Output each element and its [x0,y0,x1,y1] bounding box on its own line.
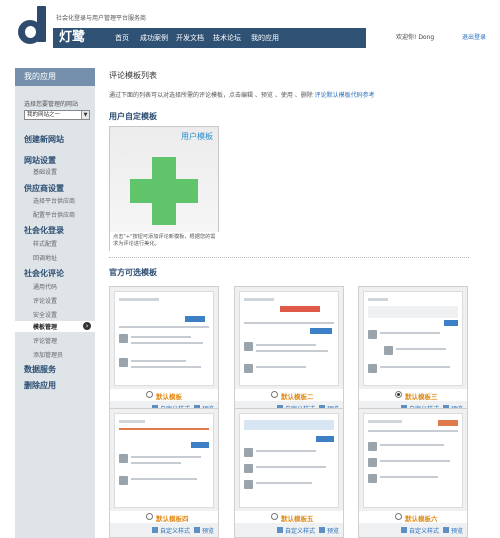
top-nav: 首页 成功案例 开发文档 技术论坛 我的应用 [103,28,366,48]
sidebar-item-add-admin[interactable]: 添加管理员 [33,350,63,359]
sidebar-item-config-provider[interactable]: 配置平台供应商 [33,210,75,219]
logo-icon[interactable] [18,6,48,44]
template-actions: 自定义样式 预览 [235,525,343,537]
sidebar: 我的应用 选择您要管理的网站 我的网站之一 ▼ 创建新网站 网站设置 基础设置 … [15,68,95,538]
template-radio[interactable] [146,513,153,520]
sidebar-item-comment-settings[interactable]: 评论设置 [33,296,57,305]
preview-icon[interactable] [194,527,200,533]
template-name: 默认模板五 [281,515,314,523]
plus-icon-bar[interactable] [130,179,198,203]
sidebar-section-social-comment[interactable]: 社会化评论 [24,268,64,279]
template-name: 默认模板六 [405,515,438,523]
custom-template-caption: 用户模板 [181,132,213,141]
nav-cases[interactable]: 成功案例 [140,28,168,48]
sidebar-section-site-settings[interactable]: 网站设置 [24,155,56,166]
template-name: 默认模板四 [156,515,189,523]
sidebar-item-security-settings[interactable]: 安全设置 [33,310,57,319]
template-select-row: 默认模板 [110,389,218,401]
template-select-row: 默认模板二 [235,389,343,401]
sidebar-item-style-config[interactable]: 样式配置 [33,239,57,248]
template-name: 默认模板二 [281,393,314,401]
template-card-6[interactable]: 默认模板六 自定义样式 预览 [358,408,468,538]
user-bar: 欢迎你! Dong 退出登录 [366,28,500,48]
template-preview-thumbnail[interactable] [363,291,463,386]
edit-icon[interactable] [401,527,407,533]
template-name: 默认模板 [156,393,182,401]
template-card-5[interactable]: 默认模板五 自定义样式 预览 [234,408,344,538]
nav-home[interactable]: 首页 [115,28,129,48]
template-select-row: 默认模板五 [235,511,343,523]
template-preview-thumbnail[interactable] [114,291,214,386]
custom-template-note: 点击"+"按钮可添加评论新模板，根据您的需求为评论进行美化。 [110,232,220,252]
sidebar-item-callback-url[interactable]: 回调地址 [33,253,57,262]
custom-style-link[interactable]: 自定义样式 [285,526,315,535]
intro-body: 通过下面的列表可以对选择所需的评论模板，点击编辑 、预览 、使用 、删除 [109,92,313,99]
edit-icon[interactable] [277,527,283,533]
sidebar-item-basic-settings[interactable]: 基础设置 [33,167,57,176]
sidebar-section-provider[interactable]: 供应商设置 [24,183,64,194]
preview-link[interactable]: 预览 [202,526,214,535]
template-radio[interactable] [395,391,402,398]
template-select-row: 默认模板三 [359,389,467,401]
template-actions: 自定义样式 预览 [110,525,218,537]
sidebar-title: 我的应用 [15,68,95,86]
arrow-right-icon: › [83,322,91,330]
nav-my-apps[interactable]: 我的应用 [251,28,279,48]
nav-forum[interactable]: 技术论坛 [213,28,241,48]
template-radio[interactable] [271,513,278,520]
template-preview-thumbnail[interactable] [363,413,463,508]
template-radio[interactable] [271,391,278,398]
template-actions: 自定义样式 预览 [359,525,467,537]
template-select-row: 默认模板四 [110,511,218,523]
sidebar-item-choose-provider[interactable]: 选择平台供应商 [33,196,75,205]
site-select-value: 我的网站之一 [27,112,61,118]
template-card-1[interactable]: 默认模板 自定义样式 预览 [109,286,219,416]
sidebar-data-service[interactable]: 数据服务 [24,364,56,375]
sidebar-delete-app[interactable]: 删除应用 [24,380,56,391]
template-radio[interactable] [395,513,402,520]
sidebar-item-comment-manage[interactable]: 评论管理 [33,336,57,345]
intro-link[interactable]: 评论默认模板代码参考 [315,92,375,99]
site-select[interactable]: 我的网站之一 ▼ [24,110,90,120]
custom-style-link[interactable]: 自定义样式 [409,526,439,535]
brand-name[interactable]: 灯鹭 [53,28,103,48]
template-card-4[interactable]: 默认模板四 自定义样式 预览 [109,408,219,538]
preview-icon[interactable] [319,527,325,533]
template-preview-thumbnail[interactable] [114,413,214,508]
sidebar-section-social-login[interactable]: 社会化登录 [24,225,64,236]
sidebar-item-template-manage[interactable]: 模板管理 › [15,321,95,332]
site-select-label: 选择您要管理的网站 [24,101,79,108]
preview-link[interactable]: 预览 [451,526,463,535]
custom-template-card[interactable]: 用户模板 点击"+"按钮可添加评论新模板，根据您的需求为评论进行美化。 [109,126,220,252]
template-card-3[interactable]: 默认模板三 自定义样式 预览 [358,286,468,416]
page-title: 评论模板列表 [109,71,157,80]
logout-link[interactable]: 退出登录 [462,28,486,48]
official-section-title: 官方可选模板 [109,268,157,277]
sidebar-create-site[interactable]: 创建新网站 [24,134,64,145]
custom-style-link[interactable]: 自定义样式 [160,526,190,535]
tagline: 社会化登录与用户管理平台服务商 [56,15,147,22]
intro-text: 通过下面的列表可以对选择所需的评论模板，点击编辑 、预览 、使用 、删除 评论默… [109,90,375,99]
sidebar-item-common-code[interactable]: 通用代码 [33,282,57,291]
preview-link[interactable]: 预览 [327,526,339,535]
nav-docs[interactable]: 开发文档 [176,28,204,48]
template-card-2[interactable]: 默认模板二 自定义样式 预览 [234,286,344,416]
chevron-down-icon[interactable]: ▼ [81,111,89,119]
main-content: 评论模板列表 通过下面的列表可以对选择所需的评论模板，点击编辑 、预览 、使用 … [95,48,500,538]
header: 社会化登录与用户管理平台服务商 灯鹭 首页 成功案例 开发文档 技术论坛 我的应… [0,0,500,48]
custom-section-title: 用户自定模板 [109,112,157,121]
preview-icon[interactable] [443,527,449,533]
template-radio[interactable] [146,391,153,398]
template-select-row: 默认模板六 [359,511,467,523]
divider [109,257,469,258]
edit-icon[interactable] [152,527,158,533]
welcome-text: 欢迎你! Dong [396,34,435,41]
template-preview-thumbnail[interactable] [239,413,339,508]
sidebar-item-label: 模板管理 [33,324,58,331]
template-preview-thumbnail[interactable] [239,291,339,386]
template-name: 默认模板三 [405,393,438,401]
